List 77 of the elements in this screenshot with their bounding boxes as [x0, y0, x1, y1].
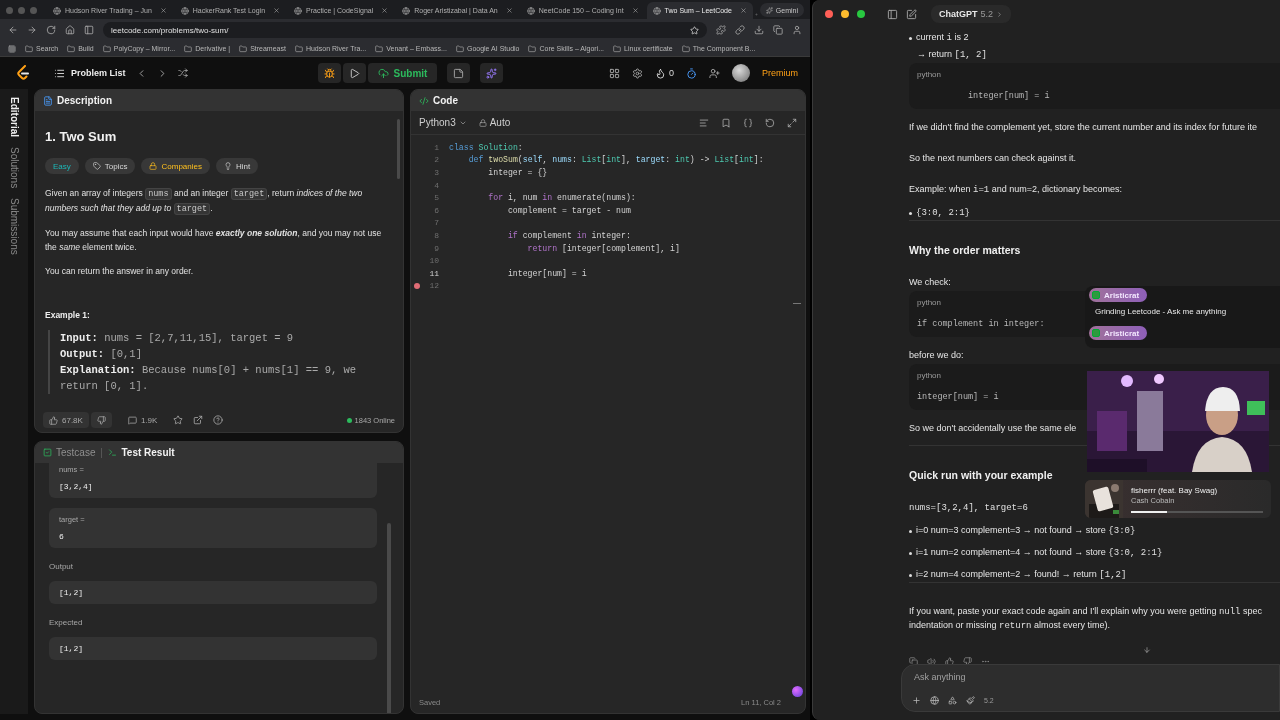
- side-tab[interactable]: Solutions: [8, 147, 20, 189]
- list-item: i=1 num=2 complement=4 → not found → store {3:0, 2:1}: [916, 546, 1163, 560]
- code-line: integer = {}: [487, 168, 548, 177]
- code-line: if complement in integer:: [506, 230, 631, 240]
- code-line: complement = target - num: [506, 205, 631, 215]
- username: Aristicrat: [1104, 290, 1140, 300]
- chat-message: Grinding Leetcode - Ask me anything: [1095, 307, 1227, 316]
- message-input[interactable]: Ask anything: [912, 671, 1052, 683]
- list-item: current i is 2: [916, 31, 969, 45]
- like-button[interactable]: 67.8K: [43, 412, 89, 428]
- example-line: Output: [0,1]: [60, 347, 143, 362]
- example-line: Input: nums = [2,7,11,15], target = 9: [60, 331, 295, 346]
- message-paragraph: So the next numbers can check against it.: [909, 152, 1077, 165]
- example-title: Example 1:: [45, 310, 91, 320]
- section-heading: Why the order matters: [909, 243, 1021, 257]
- premium-link[interactable]: Premium: [762, 68, 798, 78]
- message-line: → return [1, 2]: [916, 48, 987, 62]
- code-text: integer[num] = i: [967, 91, 1050, 101]
- side-tab[interactable]: Editorial: [8, 97, 20, 137]
- code-language-label: python: [917, 371, 942, 380]
- code-line: integer[num] = i: [506, 268, 587, 278]
- topic-tag[interactable]: Hint: [215, 158, 259, 174]
- message-paragraph: before we do:: [909, 349, 964, 362]
- description-paragraph: Given an array of integers nums and an integer target , return indices of the two numbers such that they add up to target .: [45, 187, 364, 216]
- address-bar[interactable]: leetcode.com/problems/two-sum/: [103, 22, 707, 38]
- code-line: for i, num in enumerate(nums):: [487, 193, 636, 203]
- side-tab[interactable]: Submissions: [8, 198, 20, 255]
- code-line: class Solution:: [449, 142, 523, 152]
- code-tab[interactable]: Code: [419, 95, 458, 106]
- result-value: [1,2]: [59, 644, 84, 653]
- username: Aristicrat: [1104, 328, 1140, 338]
- code-line: return [integer[complement], i]: [526, 243, 680, 253]
- description-paragraph: You can return the answer in any order.: [45, 265, 195, 278]
- section-heading: Quick run with your example: [909, 468, 1053, 482]
- line-number: 11: [429, 268, 439, 278]
- line-number: 5: [434, 193, 439, 203]
- message-paragraph: Example: when i=1 and num=2, dictionary becomes:: [909, 183, 1123, 197]
- message-paragraph: If you want, paste your exact code again and I'll explain why you were getting null spec indentation or missing return almost every time).: [909, 605, 1263, 633]
- line-number: 10: [429, 256, 439, 266]
- code-text: integer[num] = i: [917, 392, 999, 402]
- description-tab[interactable]: Description: [43, 95, 112, 106]
- description-paragraph: You may assume that each input would have exactly one solution, and you may not use the same element twice.: [45, 227, 383, 254]
- line-number: 2: [434, 155, 439, 165]
- panel-tab[interactable]: Testcase: [43, 447, 96, 458]
- list-item: {3:0, 2:1}: [916, 207, 970, 220]
- message-paragraph: nums=[3,2,4], target=6: [909, 502, 1028, 515]
- message-paragraph: So we don't accidentally use the same ele: [909, 422, 1077, 435]
- comments-button[interactable]: 1.9K: [121, 412, 164, 428]
- line-number: 4: [434, 180, 439, 190]
- example-line: Explanation: Because nums[0] + nums[1] == 9, we return [0, 1].: [60, 363, 358, 394]
- code-language-label: python: [917, 70, 942, 79]
- list-item: i=2 num=4 complement=2 → found! → return [1,2]: [916, 568, 1127, 582]
- panel-tab[interactable]: Test Result: [108, 447, 175, 458]
- streak-counter[interactable]: 0: [654, 67, 674, 79]
- code-line: def twoSum(self, nums: List[int], target: int) -> List[int]:: [467, 155, 764, 165]
- language-dropdown[interactable]: Python3: [419, 117, 467, 128]
- code-text: if complement in integer:: [917, 319, 1045, 329]
- message-paragraph: We check:: [909, 276, 951, 289]
- list-item: i=0 num=3 complement=3 → not found → store {3:0}: [916, 524, 1136, 538]
- line-number: 6: [434, 205, 439, 215]
- line-number: 12: [429, 281, 439, 291]
- problem-title: 1. Two Sum: [45, 129, 118, 144]
- input-value: [3,2,4]: [59, 482, 94, 491]
- submit-button[interactable]: Submit: [367, 63, 438, 83]
- result-label: Output: [49, 562, 74, 571]
- code-language-label: python: [917, 298, 942, 307]
- auto-button[interactable]: Auto: [478, 117, 511, 128]
- topic-tag[interactable]: Topics: [84, 158, 136, 174]
- result-value: [1,2]: [59, 588, 84, 597]
- message-paragraph: If we didn't find the complement yet, store the current number and its index for future ite: [909, 121, 1257, 134]
- input-value: 6: [59, 532, 65, 541]
- song-title: fisherrr (feat. Bay Swag): [1131, 485, 1219, 495]
- result-label: Expected: [49, 618, 84, 627]
- topic-tag[interactable]: Companies: [141, 158, 210, 174]
- topic-tag[interactable]: Easy: [45, 158, 79, 174]
- problem-list-link[interactable]: Problem List: [54, 67, 126, 79]
- model-selector[interactable]: ChatGPT 5.2: [931, 5, 1012, 23]
